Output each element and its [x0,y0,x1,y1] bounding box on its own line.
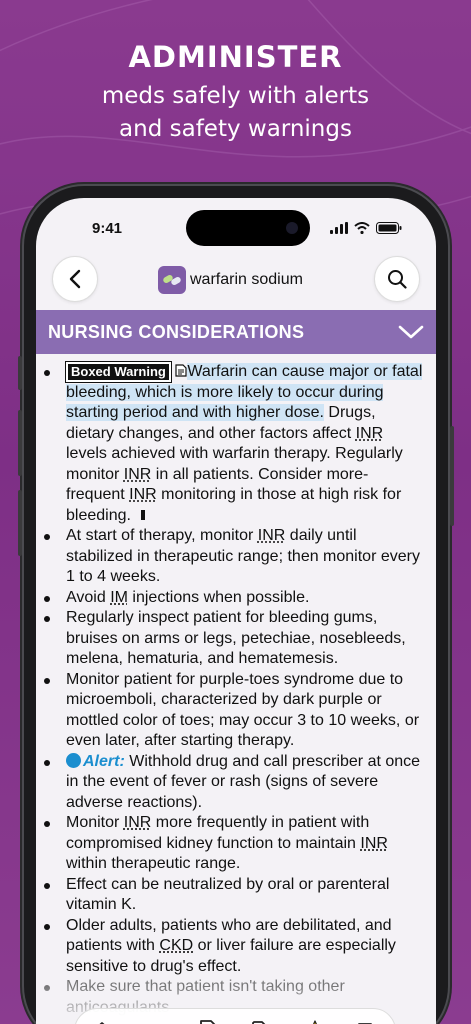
home-tab[interactable] [85,1014,119,1024]
chevron-left-icon [69,269,81,289]
phone-power-button [450,426,454,526]
list-item: Effect can be neutralized by oral or par… [44,875,424,916]
drug-title: warfarin sodium [158,266,303,294]
section-header-nursing-considerations[interactable]: NURSING CONSIDERATIONS [36,310,436,354]
tag-icon [251,1021,265,1024]
boxed-warning-badge[interactable]: Boxed Warning [65,361,172,383]
promo-subtitle-line-2: and safety warnings [119,116,352,142]
inr-term[interactable]: INR [124,466,152,483]
cellular-signal-icon [330,222,348,234]
alert-icon [66,752,81,768]
phone-volume-up-button [18,410,22,476]
home-icon [99,1022,105,1024]
promo-subtitle-line-1: meds safely with alerts [101,83,370,109]
phone-volume-down-button [18,490,22,556]
status-time: 9:41 [92,220,123,237]
pill-logo-icon [158,266,186,294]
inr-term[interactable]: INR [124,814,152,831]
notes-icon [358,1023,373,1024]
boxed-warning-end-marker [141,509,146,520]
bottom-toolbar [74,1008,396,1024]
chevron-down-icon [398,325,424,339]
inr-term[interactable]: INR [258,527,286,544]
battery-icon [376,222,402,234]
wifi-icon [354,222,370,234]
phone-frame: 9:41 warfarin sodium NURSING CONSIDERATI… [18,186,454,1024]
section-content: Boxed Warning Warfarin can cause major o… [36,354,436,1024]
drug-name: warfarin sodium [190,271,303,288]
document-icon [200,1020,216,1024]
document-icon[interactable] [175,364,187,377]
ckd-term[interactable]: CKD [159,937,193,954]
navigation-bar: warfarin sodium [36,254,436,310]
favorite-tab[interactable] [298,1014,332,1024]
list-item: Regularly inspect patient for bleeding g… [44,608,424,670]
search-button[interactable] [374,256,420,302]
list-item: Avoid IM injections when possible. [44,588,424,609]
status-bar: 9:41 [36,198,436,246]
promo-header: ADMINISTER meds safely with alerts and s… [0,40,471,146]
star-icon [312,1020,317,1024]
list-item: Boxed Warning Warfarin can cause major o… [44,361,424,526]
search-icon [388,270,407,289]
monograph-tab[interactable] [191,1014,225,1024]
nursing-list: Boxed Warning Warfarin can cause major o… [44,361,424,1018]
list-item: Older adults, patients who are debilitat… [44,916,424,978]
list-item: Monitor INR more frequently in patient w… [44,813,424,875]
list-item: At start of therapy, monitor INR daily u… [44,526,424,588]
alert-label: Alert: [83,752,125,770]
inr-term[interactable]: INR [356,425,384,442]
promo-title: ADMINISTER [128,40,343,74]
contents-tab[interactable] [138,1014,172,1024]
app-screen: 9:41 warfarin sodium NURSING CONSIDERATI… [36,198,436,1024]
status-icons [330,222,402,234]
list-item: Monitor patient for purple-toes syndrome… [44,670,424,752]
dynamic-island [186,210,310,246]
im-term[interactable]: IM [110,589,128,606]
back-button[interactable] [52,256,98,302]
notes-tab[interactable] [351,1014,385,1024]
list-item: Alert: Withhold drug and call prescriber… [44,752,424,814]
section-title: NURSING CONSIDERATIONS [48,321,305,342]
inr-term[interactable]: INR [360,835,388,852]
tags-tab[interactable] [245,1014,279,1024]
inr-term[interactable]: INR [129,486,157,503]
phone-action-button [18,356,22,390]
